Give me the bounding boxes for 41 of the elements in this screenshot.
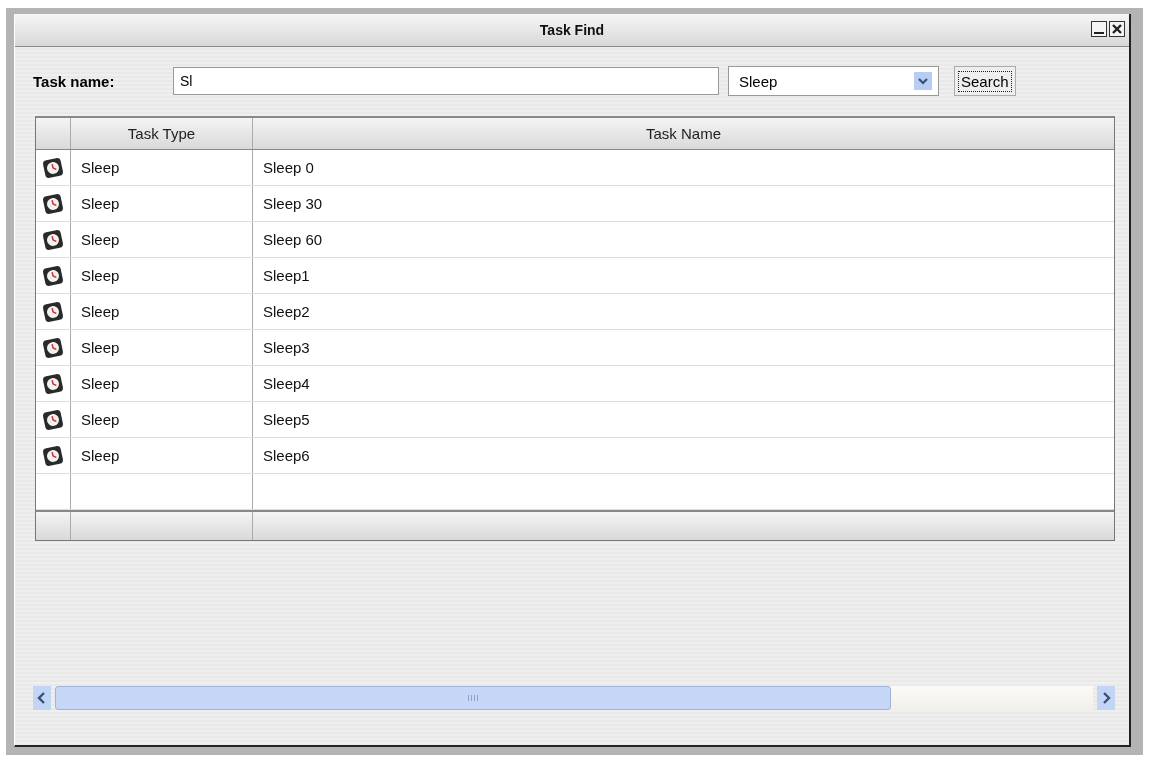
table-cell-text: Sleep 0 bbox=[262, 158, 315, 178]
horizontal-scrollbar[interactable] bbox=[33, 685, 1115, 711]
clock-icon bbox=[42, 264, 64, 287]
table-cell-text: Sleep4 bbox=[262, 374, 311, 394]
close-icon[interactable] bbox=[1109, 21, 1125, 37]
table-cell-text: Sleep2 bbox=[262, 302, 311, 322]
clock-icon bbox=[42, 228, 64, 251]
table-cell: Sleep bbox=[71, 330, 253, 365]
table-cell: Sleep bbox=[71, 186, 253, 221]
table-cell: Sleep bbox=[71, 438, 253, 473]
table-cell: Sleep bbox=[71, 150, 253, 185]
clock-icon bbox=[42, 444, 64, 467]
table-cell-text: Sleep 60 bbox=[262, 230, 324, 250]
clock-icon bbox=[42, 192, 64, 215]
clock-icon bbox=[42, 408, 64, 431]
column-header[interactable]: Task Type bbox=[71, 118, 253, 149]
table-cell: Sleep bbox=[71, 222, 253, 257]
search-button[interactable]: Search bbox=[954, 66, 1016, 96]
clock-icon bbox=[42, 300, 64, 323]
column-header[interactable]: Task Name bbox=[253, 118, 1114, 149]
table-cell: Sleep bbox=[71, 402, 253, 437]
table-cell-text: Sleep6 bbox=[262, 446, 311, 466]
minimize-icon[interactable] bbox=[1091, 21, 1107, 37]
clock-icon bbox=[42, 372, 64, 395]
clock-icon bbox=[42, 156, 64, 179]
table-cell: Sleep bbox=[71, 294, 253, 329]
task-name-field[interactable]: Sl bbox=[173, 67, 719, 95]
table-cell: Sleep bbox=[71, 366, 253, 401]
caret-icon bbox=[914, 72, 932, 90]
table-cell-text: Sleep5 bbox=[262, 410, 311, 430]
task-type-dropdown[interactable]: Sleep bbox=[728, 66, 939, 96]
scroll-right-icon[interactable] bbox=[1097, 686, 1115, 710]
window-title: Task Find bbox=[539, 22, 605, 38]
table-cell-text: Sleep 30 bbox=[262, 194, 324, 214]
task-name-label: Task name: bbox=[33, 72, 116, 90]
table-cell-text: Sleep1 bbox=[262, 266, 311, 286]
table-cell-text: Sleep3 bbox=[262, 338, 311, 358]
clock-icon bbox=[42, 336, 64, 359]
scroll-left-icon[interactable] bbox=[33, 686, 51, 710]
table-cell: Sleep bbox=[71, 258, 253, 293]
scrollbar-thumb[interactable] bbox=[55, 686, 891, 710]
